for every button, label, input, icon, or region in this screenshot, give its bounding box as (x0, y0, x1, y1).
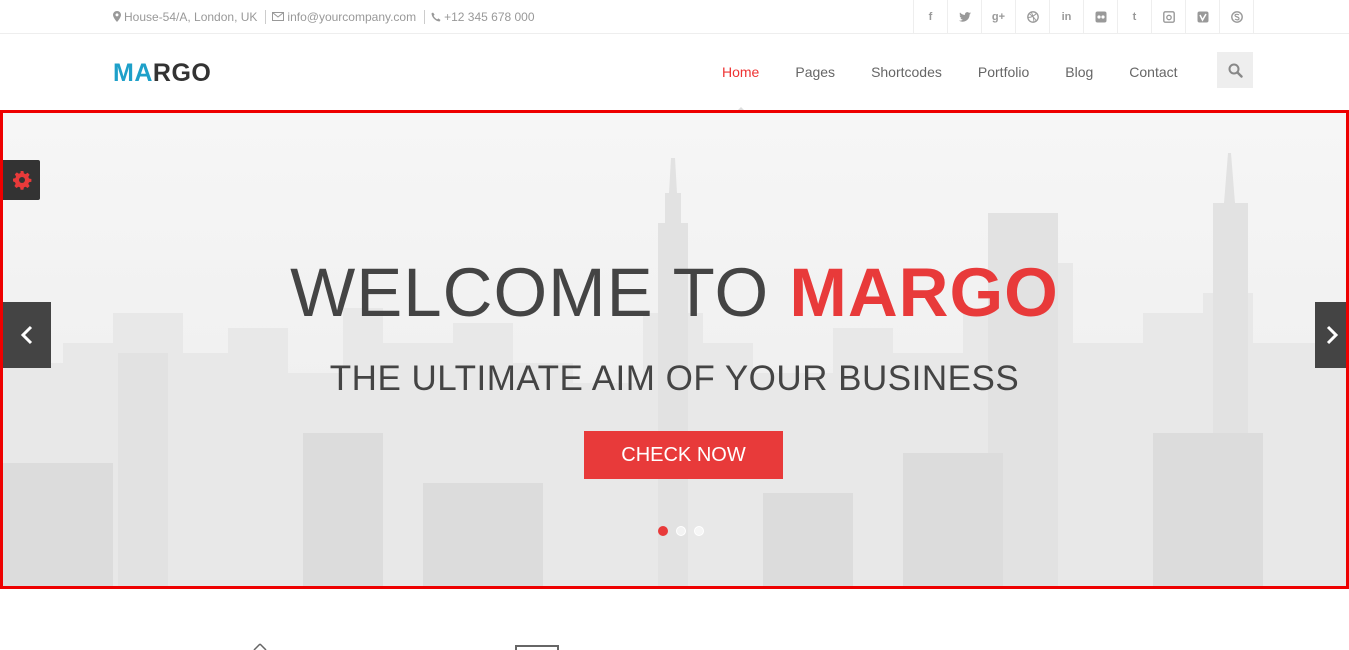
map-marker-icon (113, 11, 121, 22)
address-item: House-54/A, London, UK (113, 10, 257, 24)
contact-info: House-54/A, London, UK info@yourcompany.… (113, 0, 535, 33)
nav-item-contact[interactable]: Contact (1111, 34, 1195, 110)
main-nav: Home Pages Shortcodes Portfolio Blog Con… (704, 34, 1196, 111)
search-icon (1228, 63, 1243, 78)
gear-icon (12, 171, 31, 190)
vimeo-icon[interactable] (1186, 0, 1220, 33)
email-item[interactable]: info@yourcompany.com (272, 10, 416, 24)
facebook-icon[interactable]: f (914, 0, 948, 33)
tumblr-icon[interactable]: t (1118, 0, 1152, 33)
address-text: House-54/A, London, UK (124, 9, 258, 24)
nav-item-home[interactable]: Home (704, 34, 777, 111)
divider (265, 9, 267, 24)
slide-dot-3[interactable] (694, 526, 704, 536)
check-now-button[interactable]: CHECK NOW (584, 431, 783, 479)
city-skyline-background (3, 113, 1346, 586)
hero-title-prefix: WELCOME TO (290, 254, 790, 331)
slide-dot-2[interactable] (676, 526, 686, 536)
google-plus-icon[interactable]: g+ (982, 0, 1016, 33)
linkedin-icon[interactable]: in (1050, 0, 1084, 33)
settings-panel-toggle[interactable] (3, 160, 40, 200)
slider-prev-button[interactable] (3, 302, 51, 368)
chevron-left-icon (20, 325, 33, 345)
instagram-icon[interactable] (1152, 0, 1186, 33)
envelope-icon (272, 12, 285, 21)
nav-item-blog[interactable]: Blog (1047, 34, 1111, 110)
slider-next-button[interactable] (1315, 302, 1346, 368)
slide-dot-1[interactable] (658, 526, 668, 536)
nav-item-shortcodes[interactable]: Shortcodes (853, 34, 960, 110)
dribbble-icon[interactable] (1016, 0, 1050, 33)
twitter-icon[interactable] (948, 0, 982, 33)
phone-item: +12 345 678 000 (431, 9, 535, 24)
phone-icon (431, 12, 441, 21)
site-header: MARGO Home Pages Shortcodes Portfolio Bl… (0, 34, 1349, 111)
nav-item-pages[interactable]: Pages (777, 34, 853, 110)
logo-part-dark: RGO (152, 59, 212, 87)
hero-title: WELCOME TO MARGO (3, 253, 1346, 332)
hero-title-highlight: MARGO (789, 254, 1059, 331)
chevron-right-icon (1326, 325, 1339, 345)
skype-icon[interactable] (1220, 0, 1254, 33)
slider-pagination (658, 526, 712, 536)
hero-slider: WELCOME TO MARGO THE ULTIMATE AIM OF YOU… (0, 110, 1349, 589)
phone-text: +12 345 678 000 (444, 9, 535, 24)
flickr-icon[interactable] (1084, 0, 1118, 33)
divider (424, 9, 426, 24)
nav-item-portfolio[interactable]: Portfolio (960, 34, 1047, 110)
search-button[interactable] (1217, 52, 1253, 88)
site-logo[interactable]: MARGO (113, 59, 211, 88)
social-links: f g+ in t (913, 0, 1254, 33)
email-link[interactable]: info@yourcompany.com (287, 10, 416, 24)
logo-part-accent: MA (113, 59, 153, 87)
top-bar: House-54/A, London, UK info@yourcompany.… (0, 0, 1349, 34)
hero-subtitle: THE ULTIMATE AIM OF YOUR BUSINESS (329, 359, 1020, 398)
feature-icon-2 (515, 645, 559, 650)
feature-icon-1 (253, 643, 267, 650)
